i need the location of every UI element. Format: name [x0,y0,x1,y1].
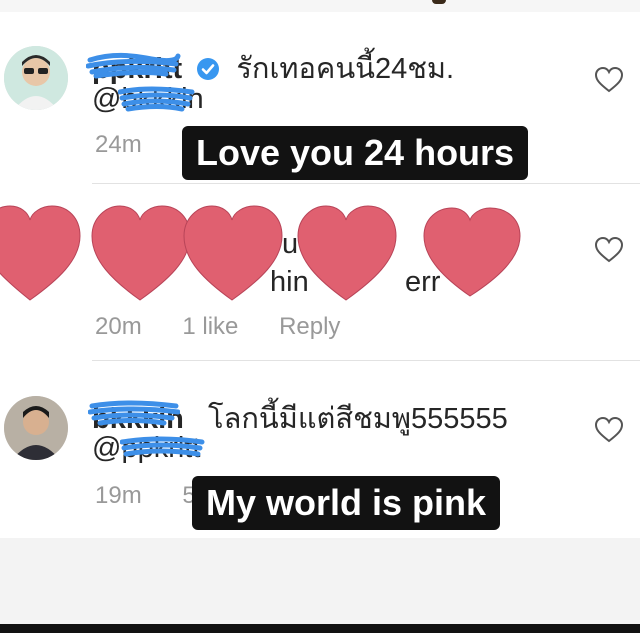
avatar-image [4,396,68,460]
top-edge [0,0,640,12]
heart-sticker-icon [183,205,283,301]
comment-meta: 20m 1 like Reply [95,313,374,341]
footer-area [0,538,640,624]
heart-sticker-icon [91,205,191,301]
redaction-scribble [118,86,195,112]
comment-time: 20m [95,313,142,340]
avatar[interactable] [4,46,68,110]
verified-badge-icon [197,58,220,80]
heart-stickers-overlay [0,205,521,301]
comment-text: โลกนี้มีแต่สีชมพู555555 [208,403,508,435]
caption-my-world: My world is pink [192,476,501,530]
heart-outline-icon[interactable] [594,66,624,94]
caption-love-you: Love you 24 hours [182,126,529,180]
comment-meta: 24m [95,131,176,159]
avatar-image [4,46,68,110]
redaction-scribble [86,52,181,79]
heart-sticker-icon [423,207,521,297]
redaction-scribble [120,436,205,457]
divider [92,183,640,184]
avatar[interactable] [4,396,68,460]
divider [92,360,640,361]
comment-text: รักเทอคนนี้24ชม. [236,53,455,85]
top-edge-mark [432,0,446,4]
comment-time: 24m [95,131,142,158]
comment-time: 19m [95,482,142,509]
like-count[interactable]: 1 like [182,313,238,340]
reply-button[interactable]: Reply [279,313,340,340]
heart-sticker-icon [0,205,81,301]
heart-sticker-icon [297,205,397,301]
bottom-edge [0,624,640,633]
heart-outline-icon[interactable] [594,416,624,444]
redaction-scribble [88,400,180,426]
